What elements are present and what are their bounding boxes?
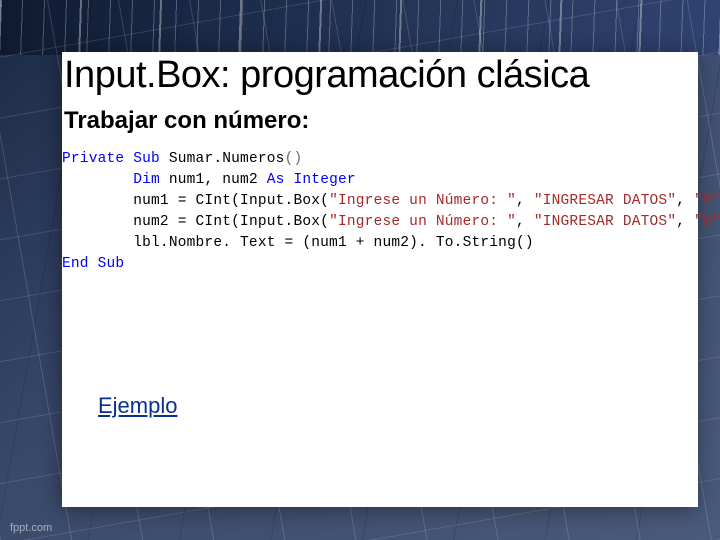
example-link[interactable]: Ejemplo [98, 393, 177, 419]
code-block: Private Sub Sumar.Numeros() Dim num1, nu… [62, 145, 698, 283]
line3-pre: num1 = [62, 193, 196, 209]
call-open1: (Input.Box( [231, 193, 329, 209]
str-default1: "0" [694, 193, 720, 209]
str-default2: "0" [694, 214, 720, 230]
slide: Input.Box: programación clásica Trabajar… [0, 0, 720, 540]
comma1b: , [676, 193, 694, 209]
header-strip [0, 0, 720, 55]
kw-dim: Dim [133, 172, 160, 188]
kw-end: End [62, 256, 89, 272]
cint1: CInt [196, 193, 232, 209]
paren: () [285, 151, 303, 167]
kw-private: Private [62, 151, 124, 167]
kw-as: As [267, 172, 285, 188]
kw-sub2: Sub [98, 256, 125, 272]
cint2: CInt [196, 214, 232, 230]
slide-subtitle: Trabajar con número: [62, 107, 698, 145]
kw-integer: Integer [293, 172, 355, 188]
str-title1: "INGRESAR DATOS" [534, 193, 676, 209]
str-title2: "INGRESAR DATOS" [534, 214, 676, 230]
comma2b: , [676, 214, 694, 230]
line4-pre: num2 = [62, 214, 196, 230]
str-prompt2: "Ingrese un Número: " [329, 214, 516, 230]
comma2a: , [516, 214, 534, 230]
watermark: fppt.com [10, 522, 52, 534]
call-open2: (Input.Box( [231, 214, 329, 230]
content-panel: Input.Box: programación clásica Trabajar… [62, 52, 698, 507]
line5: lbl.Nombre. Text = (num1 + num2). To.Str… [62, 235, 534, 251]
str-prompt1: "Ingrese un Número: " [329, 193, 516, 209]
vars: num1, num2 [160, 172, 267, 188]
comma1a: , [516, 193, 534, 209]
slide-title: Input.Box: programación clásica [62, 52, 698, 107]
kw-sub: Sub [133, 151, 160, 167]
fn-name: Sumar.Numeros [169, 151, 285, 167]
